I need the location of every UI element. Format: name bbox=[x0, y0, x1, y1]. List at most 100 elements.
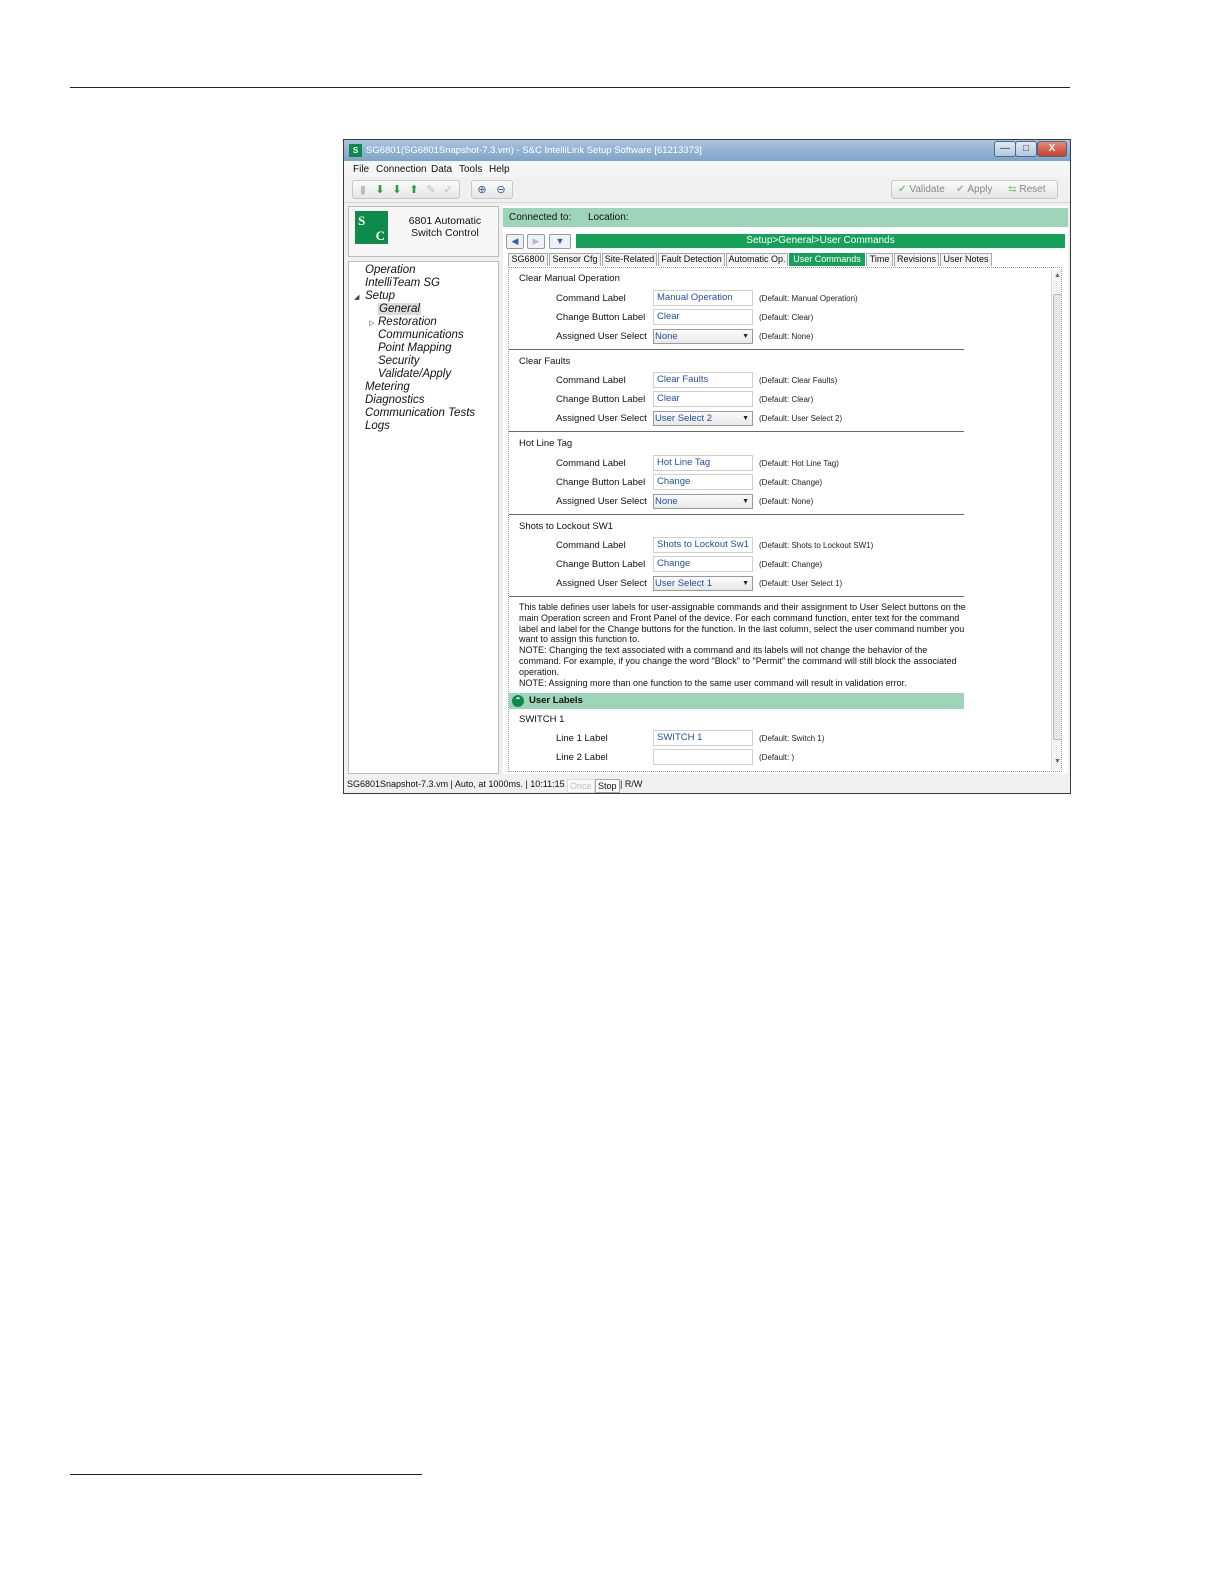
reset-icon: ⇆ bbox=[1008, 184, 1017, 195]
clear-faults-command-input[interactable]: Clear Faults bbox=[653, 372, 753, 388]
clear-manual-user-select-value: None bbox=[655, 331, 678, 342]
forward-button[interactable]: ▶ bbox=[527, 234, 545, 249]
validate-button[interactable]: ✔ Validate bbox=[898, 184, 945, 195]
close-button[interactable]: X bbox=[1037, 141, 1067, 157]
reset-button[interactable]: ⇆ Reset bbox=[1008, 184, 1046, 195]
tab-revisions[interactable]: Revisions bbox=[894, 253, 939, 266]
clear-manual-button-input[interactable]: Clear bbox=[653, 309, 753, 325]
line2-label-default: (Default: ) bbox=[759, 753, 795, 762]
scroll-down-icon[interactable]: ▼ bbox=[1052, 758, 1061, 765]
clear-faults-command-default: (Default: Clear Faults) bbox=[759, 376, 838, 385]
hot-line-tag-user-select[interactable]: None ▼ bbox=[653, 494, 753, 509]
tree-item-communication-tests[interactable]: Communication Tests bbox=[365, 407, 475, 419]
zoom-in-icon[interactable]: ⊕ bbox=[476, 184, 488, 196]
once-button[interactable]: Once bbox=[567, 779, 595, 793]
hot-line-tag-button-input[interactable]: Change bbox=[653, 474, 753, 490]
assigned-user-select-caption: Assigned User Select bbox=[556, 331, 647, 342]
tree-item-metering[interactable]: Metering bbox=[365, 381, 410, 393]
tab-sg6800[interactable]: SG6800 bbox=[508, 253, 548, 266]
user-labels-header[interactable]: ⌃ User Labels bbox=[509, 693, 964, 709]
hot-line-tag-command-input[interactable]: Hot Line Tag bbox=[653, 455, 753, 471]
clear-faults-button-default: (Default: Clear) bbox=[759, 395, 814, 404]
help-note: NOTE: Changing the text associated with … bbox=[519, 645, 957, 677]
back-button[interactable]: ◀ bbox=[506, 234, 524, 249]
tree-item-security[interactable]: Security bbox=[378, 355, 420, 367]
tab-automatic-op[interactable]: Automatic Op. bbox=[726, 253, 788, 266]
clear-faults-user-select[interactable]: User Select 2 ▼ bbox=[653, 411, 753, 426]
connected-to-label: Connected to: bbox=[509, 212, 572, 223]
shots-lockout-command-input[interactable]: Shots to Lockout Sw1 bbox=[653, 537, 753, 553]
tab-site-related[interactable]: Site-Related bbox=[602, 253, 657, 266]
help-note: NOTE: Assigning more than one function t… bbox=[519, 677, 907, 688]
section-title-clear-faults: Clear Faults bbox=[519, 356, 571, 367]
zoom-out-icon[interactable]: ⊖ bbox=[495, 184, 507, 196]
tree-item-operation[interactable]: Operation bbox=[365, 264, 416, 276]
user-commands-form: Clear Manual Operation Command Label Man… bbox=[508, 267, 1062, 772]
tree-expanded-arrow-icon[interactable]: ◢ bbox=[354, 293, 359, 301]
menu-file[interactable]: File bbox=[353, 164, 369, 175]
tab-fault-detection[interactable]: Fault Detection bbox=[658, 253, 725, 266]
check-icon[interactable]: ✓ bbox=[442, 184, 454, 196]
menu-tools[interactable]: Tools bbox=[459, 164, 482, 175]
apply-icon: ✔ bbox=[956, 184, 965, 195]
line1-label-input[interactable]: SWITCH 1 bbox=[653, 730, 753, 746]
line2-label-input[interactable] bbox=[653, 749, 753, 765]
shots-lockout-command-default: (Default: Shots to Lockout SW1) bbox=[759, 541, 874, 550]
window-title: SG6801(SG6801Snapshot-7.3.vm) - S&C Inte… bbox=[366, 145, 702, 156]
download-all-icon[interactable]: ⬇ bbox=[391, 184, 403, 196]
tree-item-intelliteam[interactable]: IntelliTeam SG bbox=[365, 277, 440, 289]
change-button-label-caption: Change Button Label bbox=[556, 477, 646, 488]
upload-icon[interactable]: ⬆ bbox=[408, 184, 420, 196]
maximize-button[interactable]: □ bbox=[1015, 141, 1037, 157]
tab-user-commands[interactable]: User Commands bbox=[789, 253, 865, 266]
menu-connection[interactable]: Connection bbox=[376, 164, 427, 175]
command-label-caption: Command Label bbox=[556, 458, 626, 469]
edit-icon[interactable]: ✎ bbox=[425, 184, 437, 196]
shots-lockout-select-default: (Default: User Select 1) bbox=[759, 579, 843, 588]
tab-time[interactable]: Time bbox=[866, 253, 893, 266]
tree-item-communications[interactable]: Communications bbox=[378, 329, 464, 341]
device-name-line1: 6801 Automatic bbox=[408, 215, 482, 227]
section-divider bbox=[509, 431, 964, 432]
stop-button[interactable]: Stop bbox=[595, 779, 620, 793]
right-panel: Connected to: Location: ◀ ▶ ▼ Setup>Gene… bbox=[503, 206, 1068, 774]
validate-label: Validate bbox=[909, 184, 945, 195]
clear-manual-command-default: (Default: Manual Operation) bbox=[759, 294, 858, 303]
scroll-thumb[interactable] bbox=[1053, 294, 1061, 740]
tree-collapsed-arrow-icon[interactable]: ▷ bbox=[369, 319, 374, 327]
tree-item-setup[interactable]: Setup bbox=[365, 290, 395, 302]
tree-item-validate-apply[interactable]: Validate/Apply bbox=[378, 368, 451, 380]
hot-line-tag-command-default: (Default: Hot Line Tag) bbox=[759, 459, 839, 468]
tree-item-restoration[interactable]: Restoration bbox=[378, 316, 437, 328]
hot-line-tag-select-default: (Default: None) bbox=[759, 497, 814, 506]
tab-user-notes[interactable]: User Notes bbox=[940, 253, 992, 266]
tab-strip: SG6800 Sensor Cfg Site-Related Fault Det… bbox=[508, 253, 1068, 266]
chevron-down-icon: ▼ bbox=[742, 498, 749, 505]
tree-item-logs[interactable]: Logs bbox=[365, 420, 390, 432]
read-write-mode: | R/W bbox=[620, 779, 643, 789]
tree-item-diagnostics[interactable]: Diagnostics bbox=[365, 394, 424, 406]
tree-item-point-mapping[interactable]: Point Mapping bbox=[378, 342, 452, 354]
menu-help[interactable]: Help bbox=[489, 164, 510, 175]
scroll-up-icon[interactable]: ▲ bbox=[1052, 272, 1061, 279]
menu-data[interactable]: Data bbox=[431, 164, 452, 175]
chevron-down-icon: ▼ bbox=[742, 333, 749, 340]
download-icon[interactable]: ⬇ bbox=[374, 184, 386, 196]
minimize-button[interactable]: — bbox=[994, 141, 1016, 157]
change-button-label-caption: Change Button Label bbox=[556, 312, 646, 323]
tree-item-general[interactable]: General bbox=[378, 303, 421, 315]
command-label-caption: Command Label bbox=[556, 293, 626, 304]
clear-faults-button-input[interactable]: Clear bbox=[653, 391, 753, 407]
logo-letter-top: S bbox=[358, 213, 366, 228]
connect-icon[interactable]: ▮ bbox=[357, 184, 369, 196]
vertical-scrollbar[interactable]: ▲ ▼ bbox=[1051, 270, 1061, 770]
apply-button[interactable]: ✔ Apply bbox=[956, 184, 992, 195]
assigned-user-select-caption: Assigned User Select bbox=[556, 413, 647, 424]
collapse-icon[interactable]: ⌃ bbox=[512, 695, 524, 707]
clear-manual-command-input[interactable]: Manual Operation bbox=[653, 290, 753, 306]
shots-lockout-button-input[interactable]: Change bbox=[653, 556, 753, 572]
tab-sensor-cfg[interactable]: Sensor Cfg bbox=[549, 253, 601, 266]
clear-manual-user-select[interactable]: None ▼ bbox=[653, 329, 753, 344]
history-dropdown-button[interactable]: ▼ bbox=[549, 234, 571, 249]
shots-lockout-user-select[interactable]: User Select 1 ▼ bbox=[653, 576, 753, 591]
